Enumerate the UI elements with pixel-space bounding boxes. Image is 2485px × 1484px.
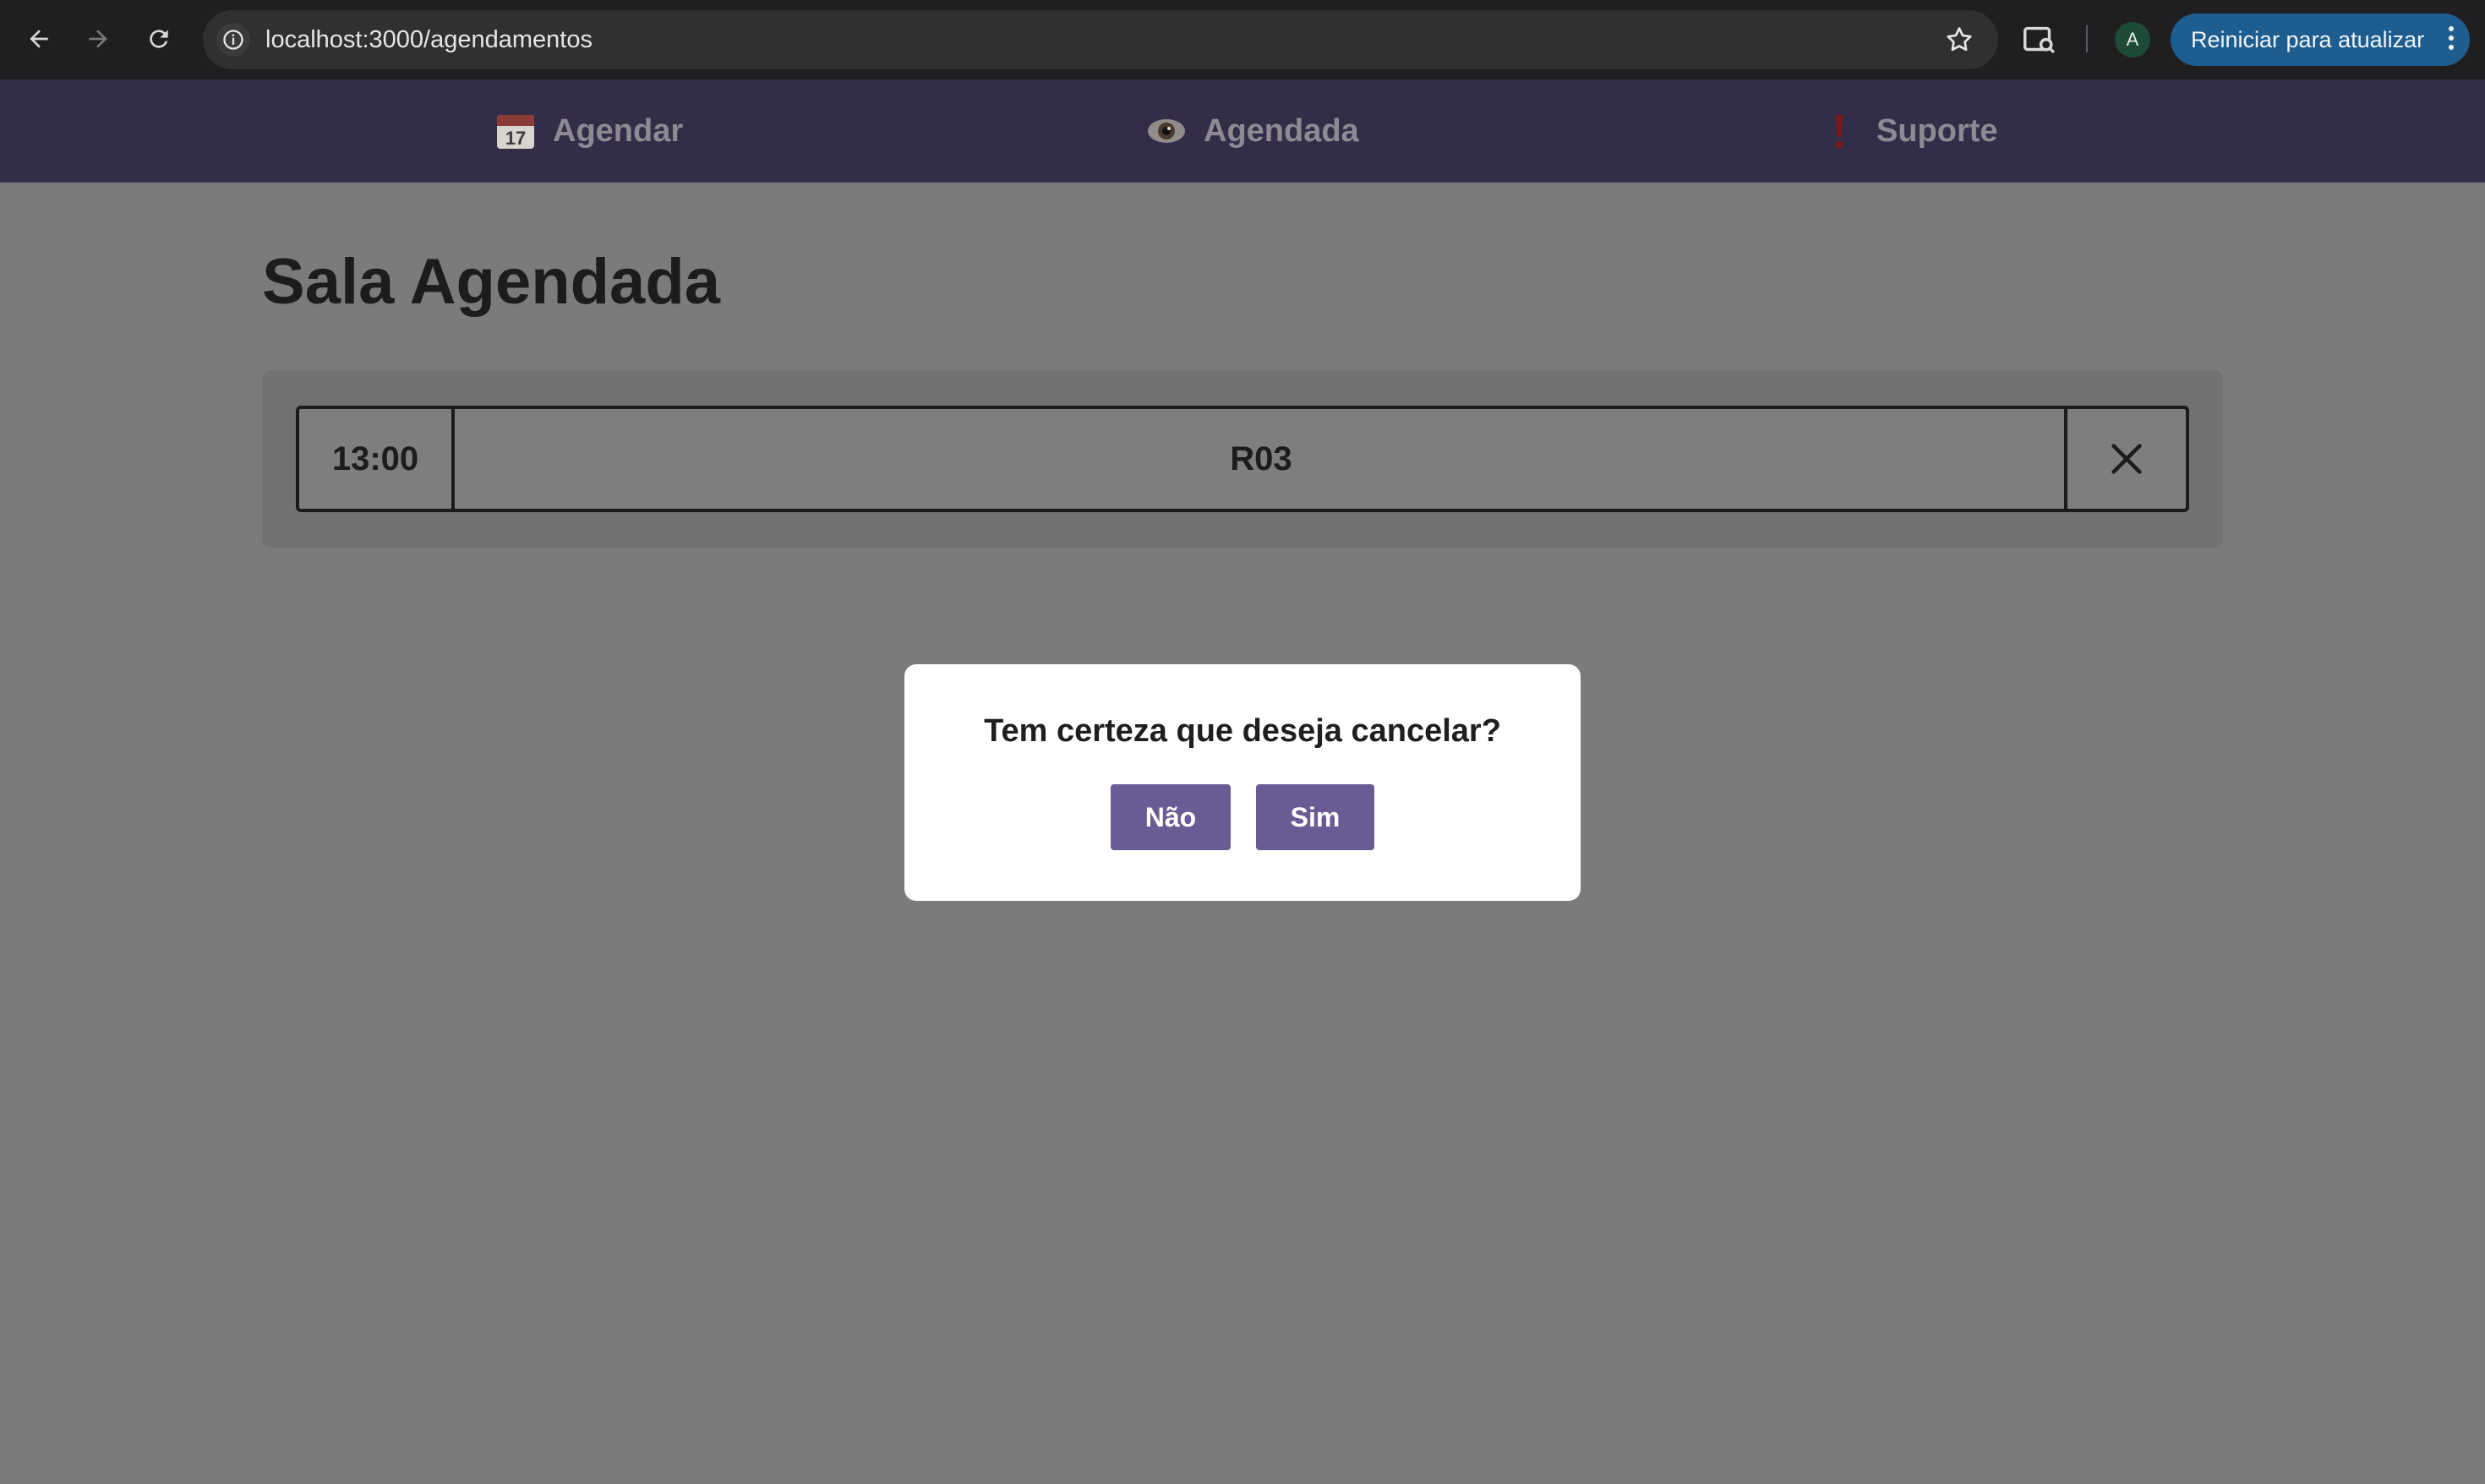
profile-avatar[interactable]: A — [2115, 22, 2150, 57]
page-title: Sala Agendada — [262, 246, 721, 318]
nav-item-suporte[interactable]: Suporte — [1817, 108, 1998, 154]
back-arrow-icon — [30, 30, 48, 48]
address-bar[interactable]: localhost:3000/agendamentos — [203, 10, 1998, 69]
site-info-icon[interactable] — [216, 23, 250, 57]
app-nav-bar: 17 Agendar Agendada Suporte — [0, 79, 2485, 183]
calendar-icon: 17 — [494, 109, 538, 153]
booking-time: 13:00 — [299, 409, 455, 509]
eye-icon — [1144, 109, 1188, 153]
nav-item-agendar[interactable]: 17 Agendar — [494, 108, 683, 154]
svg-text:17: 17 — [505, 128, 526, 149]
google-lens-icon[interactable] — [2020, 20, 2059, 59]
close-icon — [2111, 444, 2142, 474]
update-button-label: Reiniciar para atualizar — [2191, 26, 2425, 52]
reload-icon — [150, 30, 168, 48]
nav-item-label: Agendar — [553, 112, 684, 149]
reload-button[interactable] — [139, 19, 179, 59]
browser-menu-icon[interactable] — [2448, 26, 2455, 53]
booking-row: 13:00 R03 — [296, 406, 2189, 512]
nav-item-label: Agendada — [1204, 112, 1359, 149]
no-button[interactable]: Não — [1111, 784, 1231, 850]
forward-arrow-icon — [89, 30, 107, 48]
bookings-card: 13:00 R03 — [262, 370, 2223, 548]
restart-to-update-button[interactable]: Reiniciar para atualizar — [2171, 14, 2470, 66]
toolbar-divider — [2086, 25, 2088, 52]
forward-button[interactable] — [78, 19, 118, 59]
back-button[interactable] — [19, 19, 59, 59]
yes-button[interactable]: Sim — [1256, 784, 1374, 850]
bookmark-star-icon[interactable] — [1944, 25, 1974, 55]
browser-toolbar: localhost:3000/agendamentos A Reiniciar … — [0, 0, 2485, 79]
exclamation-icon — [1817, 109, 1861, 153]
nav-item-label: Suporte — [1876, 112, 1998, 149]
cancel-confirmation-modal: Tem certeza que deseja cancelar? Não Sim — [904, 664, 1581, 901]
modal-question: Tem certeza que deseja cancelar? — [984, 713, 1501, 749]
nav-item-agendada[interactable]: Agendada — [1144, 108, 1359, 154]
url-text[interactable]: localhost:3000/agendamentos — [265, 26, 593, 54]
cancel-booking-button[interactable] — [2064, 409, 2186, 509]
booking-room: R03 — [1230, 439, 1292, 477]
